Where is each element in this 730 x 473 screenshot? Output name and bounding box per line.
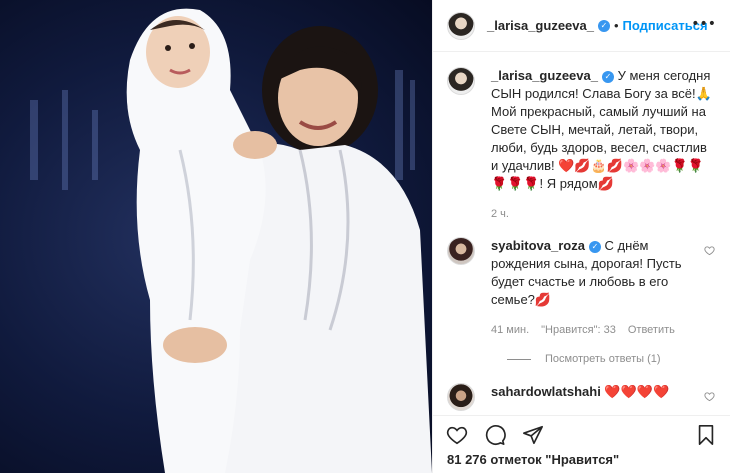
action-icons	[433, 416, 730, 446]
post-image-drawing	[30, 8, 432, 473]
caption-username[interactable]: _larisa_guzeeva_	[491, 68, 598, 83]
likes-count[interactable]: 81 276 отметок "Нравится"	[433, 446, 730, 467]
caption-text: У меня сегодня СЫН родился! Слава Богу з…	[491, 68, 712, 191]
replies-divider	[507, 358, 531, 360]
comment-body: sahardowlatshahi ❤️❤️❤️❤️	[491, 383, 698, 401]
more-options-icon[interactable]: •••	[691, 16, 716, 32]
caption-body: _larisa_guzeeva_ ✓ У меня сегодня СЫН род…	[491, 67, 716, 223]
caption-avatar[interactable]	[447, 67, 475, 95]
comment-username[interactable]: sahardowlatshahi	[491, 384, 601, 399]
post-side-panel: _larisa_guzeeva_ ✓ • Подписаться _larisa…	[432, 0, 730, 473]
verified-badge-icon: ✓	[597, 19, 610, 32]
comment-time[interactable]: 41 мин.	[491, 321, 529, 339]
comment-icon[interactable]	[483, 423, 507, 447]
author-avatar[interactable]	[447, 11, 475, 40]
heart-icon[interactable]	[445, 423, 469, 447]
comments-list[interactable]: _larisa_guzeeva_ ✓ У меня сегодня СЫН род…	[433, 67, 730, 415]
view-replies-label: Посмотреть ответы (1)	[545, 353, 661, 365]
post-photo[interactable]	[0, 0, 432, 473]
author-username[interactable]: _larisa_guzeeva_	[487, 18, 594, 33]
view-replies-button[interactable]: Посмотреть ответы (1)	[507, 353, 716, 365]
heart-outline-icon[interactable]	[704, 391, 716, 405]
share-icon[interactable]	[521, 423, 545, 447]
comment-likes[interactable]: "Нравится": 33	[541, 321, 616, 339]
caption-time[interactable]: 2 ч.	[491, 205, 509, 223]
comment-item: syabitova_roza ✓ С днём рождения сына, до…	[447, 237, 716, 339]
comment-text: ❤️❤️❤️❤️	[600, 384, 670, 399]
heart-outline-icon[interactable]	[704, 245, 716, 259]
verified-badge-icon: ✓	[601, 70, 614, 83]
comment-avatar[interactable]	[447, 383, 475, 411]
verified-badge-icon: ✓	[588, 240, 601, 253]
comment-meta: 41 мин. "Нравится": 33 Ответить	[491, 321, 698, 339]
caption: _larisa_guzeeva_ ✓ У меня сегодня СЫН род…	[447, 67, 716, 223]
separator-dot: •	[613, 18, 619, 33]
caption-meta: 2 ч.	[491, 205, 716, 223]
post-actions: 81 276 отметок "Нравится"	[433, 415, 730, 473]
post-header: _larisa_guzeeva_ ✓ • Подписаться	[433, 0, 730, 52]
comment-item: sahardowlatshahi ❤️❤️❤️❤️	[447, 383, 716, 411]
comment-username[interactable]: syabitova_roza	[491, 238, 585, 253]
reply-button[interactable]: Ответить	[628, 321, 675, 339]
bookmark-icon[interactable]	[694, 423, 718, 447]
comment-body: syabitova_roza ✓ С днём рождения сына, до…	[491, 237, 698, 339]
comment-avatar[interactable]	[447, 237, 475, 265]
